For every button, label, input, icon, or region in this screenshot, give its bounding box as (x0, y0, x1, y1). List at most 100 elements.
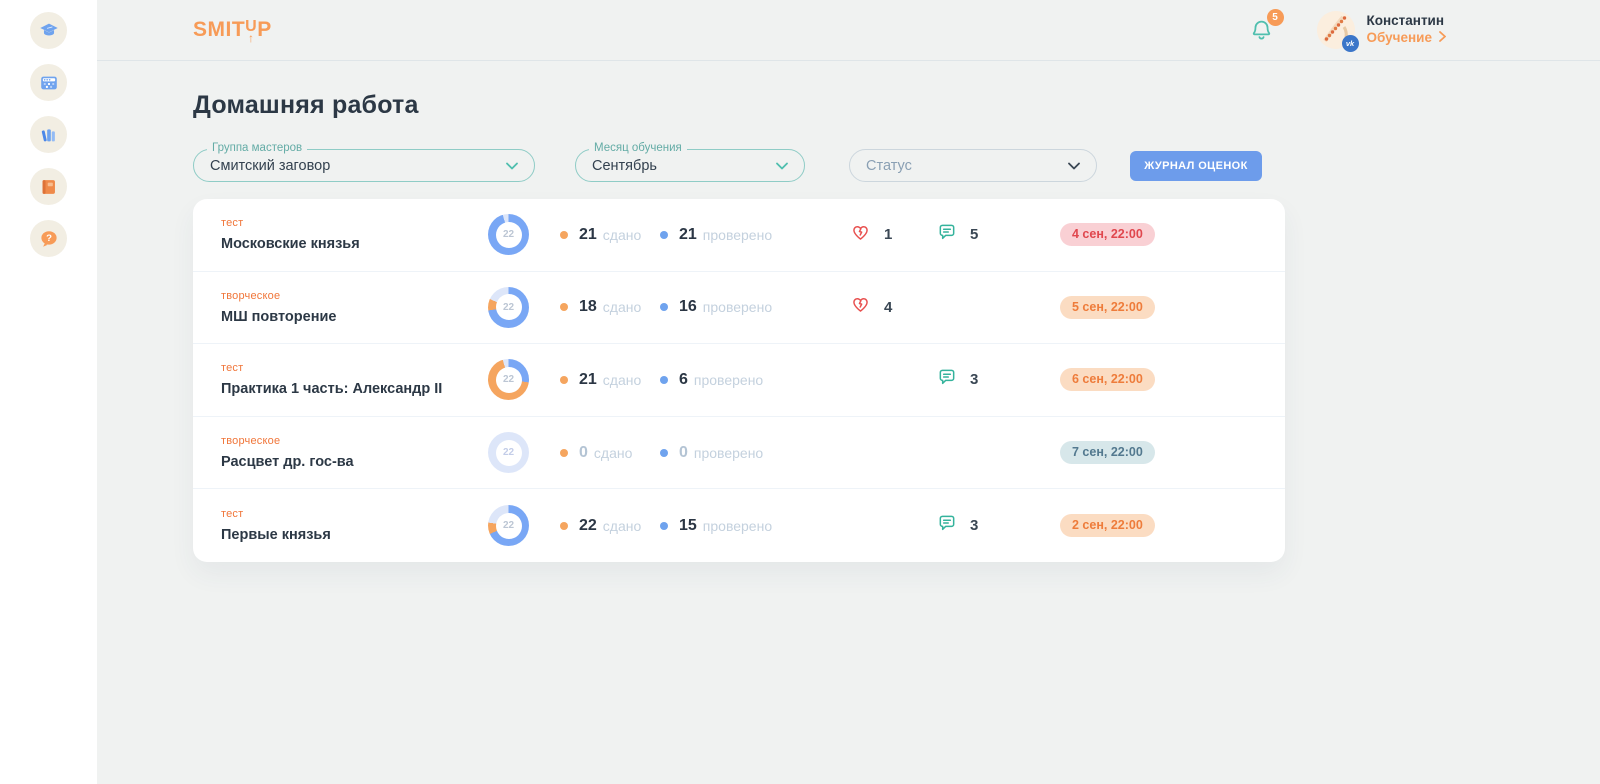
comments-count: 5 (970, 226, 978, 243)
blue-dot-icon (660, 449, 668, 457)
avatar[interactable]: vk (1317, 11, 1355, 49)
homework-name-cell: тест Практика 1 часть: Александр II (221, 362, 488, 397)
study-month-value: Сентябрь (592, 158, 657, 174)
broken-heart-icon (850, 294, 871, 320)
status-placeholder: Статус (866, 158, 912, 174)
comments-count: 3 (970, 517, 978, 534)
checked-label: проверено (703, 227, 772, 243)
hearts-stat: 1 (850, 222, 937, 248)
books-icon (38, 124, 60, 146)
filters-bar: Группа мастеров Смитский заговор Месяц о… (193, 149, 1600, 182)
content: Домашняя работа Группа мастеров Смитский… (97, 61, 1600, 562)
submitted-count: 21 (579, 371, 597, 389)
submitted-legend: 21сдано (560, 226, 660, 244)
submitted-label: сдано (603, 299, 641, 315)
deadline-badge: 7 сен, 22:00 (1060, 441, 1155, 464)
checked-label: проверено (694, 372, 763, 388)
checked-label: проверено (703, 518, 772, 534)
donut-total: 22 (503, 374, 514, 385)
submitted-legend: 18сдано (560, 298, 660, 316)
homework-name-cell: творческое Расцвет др. гос-ва (221, 435, 488, 470)
blue-dot-icon (660, 231, 668, 239)
deadline-cell: 7 сен, 22:00 (1060, 441, 1257, 464)
comments-count: 3 (970, 371, 978, 388)
homework-row[interactable]: тест Практика 1 часть: Александр II 22 2… (193, 344, 1285, 417)
checked-count: 21 (679, 226, 697, 244)
orange-dot-icon (560, 449, 568, 457)
donut-total: 22 (503, 520, 514, 531)
homework-title: МШ повторение (221, 309, 488, 325)
deadline-cell: 2 сен, 22:00 (1060, 514, 1257, 537)
checked-label: проверено (703, 299, 772, 315)
homework-row[interactable]: творческое МШ повторение 22 18сдано 16пр… (193, 272, 1285, 345)
homework-name-cell: тест Московские князья (221, 217, 488, 252)
checked-count: 15 (679, 517, 697, 535)
notifications-bell[interactable]: 5 (1249, 16, 1275, 44)
blue-dot-icon (660, 522, 668, 530)
calendar-icon (38, 72, 60, 94)
broken-heart-icon (850, 222, 871, 248)
progress-donut: 22 (488, 505, 529, 546)
donut-total: 22 (503, 447, 514, 458)
deadline-badge: 6 сен, 22:00 (1060, 368, 1155, 391)
submitted-label: сдано (603, 227, 641, 243)
checked-legend: 16проверено (660, 298, 850, 316)
comments-stat: 3 (937, 513, 1060, 538)
comments-icon (937, 513, 957, 538)
sidebar-item-library[interactable] (30, 116, 67, 153)
homework-title: Московские князья (221, 236, 488, 252)
page-title: Домашняя работа (193, 91, 1600, 120)
user-role: Обучение (1367, 30, 1432, 47)
masters-group-select[interactable]: Группа мастеров Смитский заговор (193, 149, 535, 182)
homework-row[interactable]: тест Московские князья 22 21сдано 21 пров… (193, 199, 1285, 272)
homework-row[interactable]: творческое Расцвет др. гос-ва 22 0сдано … (193, 417, 1285, 490)
hearts-stat: 4 (850, 294, 937, 320)
submitted-count: 0 (579, 444, 588, 462)
study-month-select[interactable]: Месяц обучения Сентябрь (575, 149, 805, 182)
comments-stat: 5 (937, 222, 1060, 247)
smitup-logo[interactable]: SMITU↑P (193, 18, 272, 42)
submitted-label: сдано (603, 518, 641, 534)
homework-type: творческое (221, 435, 488, 447)
notification-count-badge: 5 (1267, 9, 1284, 26)
chevron-right-icon (1439, 30, 1446, 47)
grades-journal-button[interactable]: ЖУРНАЛ ОЦЕНОК (1130, 151, 1262, 181)
homework-title: Расцвет др. гос-ва (221, 454, 488, 470)
masters-group-label: Группа мастеров (207, 142, 307, 154)
deadline-cell: 4 сен, 22:00 (1060, 223, 1257, 246)
logo-text-p: P (257, 18, 272, 42)
submitted-count: 22 (579, 517, 597, 535)
sidebar-item-homework[interactable] (30, 168, 67, 205)
logo-text: SMIT (193, 18, 245, 42)
sidebar-item-help[interactable]: ? (30, 220, 67, 257)
progress-donut: 22 (488, 214, 529, 255)
comments-icon (937, 367, 957, 392)
submitted-label: сдано (603, 372, 641, 388)
deadline-cell: 6 сен, 22:00 (1060, 368, 1257, 391)
orange-dot-icon (560, 376, 568, 384)
hearts-count: 1 (884, 226, 892, 243)
svg-text:?: ? (46, 233, 52, 244)
homework-type: тест (221, 362, 488, 374)
sidebar-item-schedule[interactable] (30, 64, 67, 101)
book-icon (38, 176, 60, 198)
homework-list: тест Московские князья 22 21сдано 21пров… (193, 199, 1285, 562)
deadline-badge: 4 сен, 22:00 (1060, 223, 1155, 246)
graduation-cap-icon (38, 20, 60, 42)
checked-count: 0 (679, 444, 688, 462)
homework-name-cell: тест Первые князья (221, 508, 488, 543)
blue-dot-icon (660, 303, 668, 311)
vk-icon: vk (1342, 35, 1359, 52)
donut-total: 22 (503, 302, 514, 313)
sidebar-item-courses[interactable] (30, 12, 67, 49)
homework-type: тест (221, 508, 488, 520)
orange-dot-icon (560, 231, 568, 239)
chevron-down-icon (1068, 162, 1080, 170)
comments-stat: 3 (937, 367, 1060, 392)
homework-type: творческое (221, 290, 488, 302)
status-select[interactable]: Статус (849, 149, 1097, 182)
chevron-down-icon (776, 162, 788, 170)
homework-row[interactable]: тест Первые князья 22 22 сдано 15 проверен… (193, 489, 1285, 562)
hearts-count: 4 (884, 299, 892, 316)
user-menu[interactable]: Константин Обучение (1367, 13, 1446, 47)
